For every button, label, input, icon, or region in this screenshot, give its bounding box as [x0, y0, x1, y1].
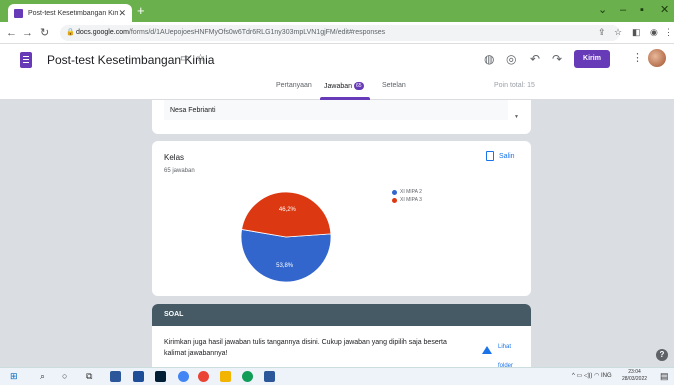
response-count: 65 jawaban	[164, 168, 195, 174]
pie-chart[interactable]: 53,8% 46,2%	[236, 187, 336, 287]
language-indicator: ING	[601, 373, 612, 379]
view-folder-link[interactable]: Lihat folder	[482, 338, 522, 367]
copy-icon	[486, 151, 494, 161]
url-path: /forms/d/1AUepojoesHNFMyOfs0w6Tdr6RLG1ny…	[128, 29, 386, 36]
legend-label-2: XI MIPA 3	[400, 197, 422, 203]
url-input[interactable]: 🔒 docs.google.com/forms/d/1AUepojoesHNFM…	[60, 25, 620, 41]
windows-start-icon[interactable]: ⊞	[10, 371, 18, 382]
profile-icon[interactable]: ◉	[650, 27, 658, 38]
section-description: Kirimkan juga hasil jawaban tulis tangan…	[164, 339, 447, 357]
pie-data-label-1: 53,8%	[276, 263, 294, 269]
mail-app-icon[interactable]	[110, 371, 121, 382]
address-bar-row: ← → ↻ 🔒 docs.google.com/forms/d/1AUepojo…	[0, 22, 674, 44]
legend-label-1: XI MIPA 2	[400, 189, 422, 195]
pie-data-label-2: 46,2%	[279, 207, 297, 213]
forms-header: Post-test Kesetimbangan Kimia ▭ ☆ ◍ ◎ ↶ …	[0, 44, 674, 100]
chrome-profile-icon[interactable]	[198, 371, 209, 382]
back-icon[interactable]: ←	[6, 26, 17, 40]
tab-responses-label: Jawaban	[324, 82, 353, 90]
close-tab-icon[interactable]: ✕	[118, 8, 126, 19]
system-tray[interactable]: ^ ▭ ◁)) ◠ ING	[572, 372, 612, 379]
clock[interactable]: 23:04 28/03/2022	[622, 369, 647, 383]
browser-tab[interactable]: Post-test Kesetimbangan Kimia ✕	[8, 4, 132, 22]
clock-time: 23:04	[628, 369, 641, 375]
pie-slice-2[interactable]	[241, 191, 332, 238]
tab-questions[interactable]: Pertanyaan	[276, 82, 312, 89]
word-app-icon[interactable]	[133, 371, 144, 382]
chrome-app-icon[interactable]	[178, 371, 189, 382]
move-to-folder-icon[interactable]: ▭	[180, 53, 189, 64]
photoshop-app-icon[interactable]	[155, 371, 166, 382]
send-button[interactable]: Kirim	[574, 50, 610, 68]
new-tab-icon[interactable]: +	[137, 4, 145, 18]
close-window-icon[interactable]: ✕	[660, 3, 669, 17]
browser-tab-title: Post-test Kesetimbangan Kimia	[28, 9, 119, 17]
total-points: Poin total: 15	[494, 82, 535, 89]
forms-favicon-icon	[14, 8, 23, 18]
windows-taskbar: ⊞ ⌕ ○ ⧉ ^ ▭ ◁)) ◠ ING 23:04 28/03/2022 ▤	[0, 367, 674, 385]
notification-icon[interactable]: ▤	[660, 371, 669, 382]
previous-question-card: Nesa Febrianti ▼	[152, 100, 531, 134]
task-view-icon[interactable]: ⧉	[86, 371, 92, 382]
copy-chart-button[interactable]: Salin	[486, 151, 515, 161]
redo-icon[interactable]: ↷	[552, 52, 562, 66]
clock-date: 28/03/2022	[622, 376, 648, 382]
google-forms-logo-icon[interactable]	[20, 52, 32, 68]
answer-row: Nesa Febrianti	[164, 100, 508, 120]
section-title: SOAL	[152, 304, 531, 326]
url-host: docs.google.com	[76, 29, 129, 36]
summary-card-kelas: Kelas 65 jawaban Salin 53,8% 46,2% XI MIP…	[152, 141, 531, 296]
legend-item[interactable]: XI MIPA 2	[392, 189, 422, 195]
question-title: Kelas	[164, 153, 185, 162]
scroll-down-icon[interactable]: ▼	[514, 114, 519, 120]
view-folder-label: Lihat folder	[498, 344, 514, 367]
tab-responses[interactable]: Jawaban 65	[324, 82, 364, 90]
palette-icon[interactable]: ◍	[484, 52, 494, 66]
share-icon[interactable]: ⇪	[598, 27, 606, 38]
word-doc-icon[interactable]	[264, 371, 275, 382]
cortana-icon[interactable]: ○	[62, 371, 67, 382]
legend-item[interactable]: XI MIPA 3	[392, 197, 422, 203]
section-card-soal: SOAL Kirimkan juga hasil jawaban tulis t…	[152, 304, 531, 367]
forward-icon[interactable]: →	[22, 26, 33, 40]
legend-swatch-2	[392, 197, 397, 203]
extension-icon[interactable]: ◧	[632, 27, 641, 38]
preview-eye-icon[interactable]: ◎	[506, 52, 516, 66]
edge-app-icon[interactable]	[242, 371, 253, 382]
search-icon[interactable]: ⌕	[40, 371, 45, 382]
copy-label: Salin	[499, 152, 515, 160]
responses-content[interactable]: Nesa Febrianti ▼ Kelas 65 jawaban Salin …	[0, 100, 674, 367]
tab-settings[interactable]: Setelan	[382, 82, 406, 89]
help-icon[interactable]: ?	[656, 349, 668, 361]
minimize-icon[interactable]: –	[620, 3, 626, 17]
avatar[interactable]	[648, 49, 666, 67]
star-icon[interactable]: ☆	[196, 53, 205, 64]
undo-icon[interactable]: ↶	[530, 52, 540, 66]
chart-legend: XI MIPA 2 XI MIPA 3	[392, 189, 422, 205]
browser-menu-icon[interactable]: ⋮	[664, 27, 673, 38]
bookmark-star-icon[interactable]: ☆	[614, 27, 622, 38]
file-explorer-icon[interactable]	[220, 371, 231, 382]
answer-text: Nesa Febrianti	[170, 107, 216, 114]
legend-swatch-1	[392, 189, 397, 195]
more-options-icon[interactable]: ⋮	[632, 51, 643, 64]
browser-tab-strip: Post-test Kesetimbangan Kimia ✕ + ⌄ – ▪ …	[0, 0, 674, 22]
lock-icon: 🔒	[66, 29, 75, 36]
reload-icon[interactable]: ↻	[40, 26, 49, 40]
restore-icon[interactable]: ▪	[640, 3, 644, 17]
response-count-badge: 65	[354, 82, 364, 90]
tab-search-chevron-icon[interactable]: ⌄	[598, 3, 607, 17]
drive-icon	[482, 346, 492, 354]
